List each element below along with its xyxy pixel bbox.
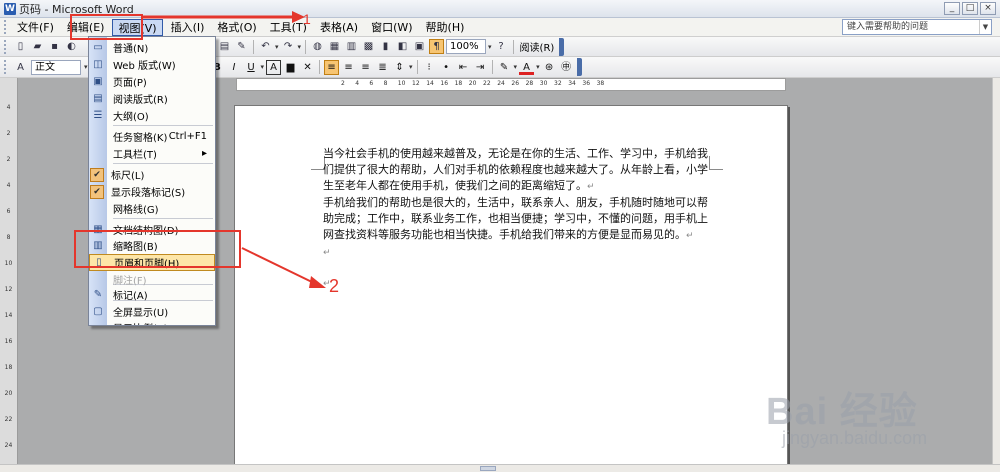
watermark-main: Bai 经验	[766, 391, 918, 433]
watermark-url: jingyan.baidu.com	[782, 428, 928, 448]
annotation-box-header-footer	[74, 230, 241, 268]
arrow-head-2	[309, 276, 326, 288]
annotation-step-2: 2	[329, 276, 340, 296]
arrow-line-2	[241, 247, 315, 284]
annotation-step-1: 1	[303, 11, 311, 27]
word-window: W 页码 - Microsoft Word _ □ × 文件(F) 编辑(E) …	[0, 0, 1000, 472]
baidu-watermark: Bai 经验 jingyan.baidu.com	[760, 380, 990, 460]
